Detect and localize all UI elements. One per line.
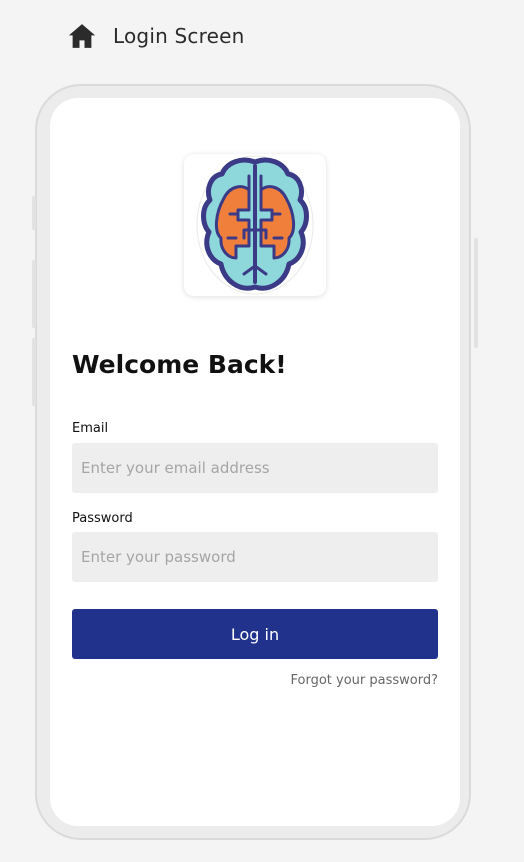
email-field[interactable] [72,443,438,493]
login-button[interactable]: Log in [72,609,438,659]
email-label: Email [72,421,109,436]
phone-volume-down-button [32,338,36,406]
forgot-password-link[interactable]: Forgot your password? [290,673,438,688]
password-field[interactable] [72,532,438,582]
app-logo [184,154,326,296]
brain-icon [196,155,314,295]
phone-volume-up-button [32,260,36,328]
phone-side-button [32,196,36,230]
welcome-heading: Welcome Back! [72,350,287,379]
phone-power-button [474,238,478,348]
page-header: Login Screen [67,20,244,52]
password-label: Password [72,511,133,526]
phone-screen: Welcome Back! Email Password Log in Forg… [50,98,460,826]
home-icon[interactable] [67,21,97,51]
page-title: Login Screen [113,24,245,48]
